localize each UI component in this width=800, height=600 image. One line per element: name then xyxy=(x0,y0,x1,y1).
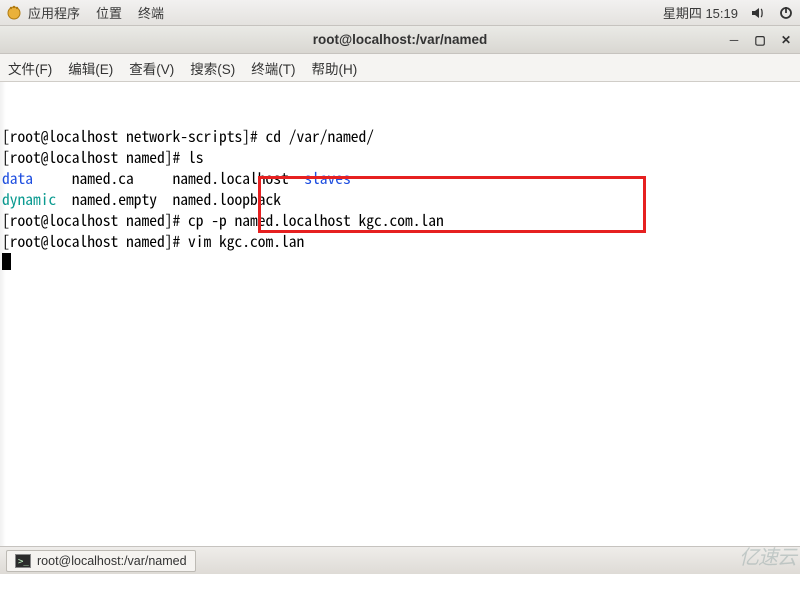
highlight-box xyxy=(258,176,646,233)
terminal-line: [root@localhost named]# vim kgc.com.lan xyxy=(2,231,798,252)
svg-text:>_: >_ xyxy=(18,557,29,567)
watermark: 亿速云 xyxy=(739,541,796,570)
menu-terminal[interactable]: 终端(T) xyxy=(251,58,295,78)
menubar: 文件(F) 编辑(E) 查看(V) 搜索(S) 终端(T) 帮助(H) xyxy=(0,54,800,82)
top-panel: 应用程序 位置 终端 星期四 15:19 xyxy=(0,0,800,26)
terminal-text: [root@localhost named]# ls xyxy=(2,146,204,168)
terminal-text: [root@localhost network-scripts]# cd /va… xyxy=(2,125,374,147)
power-icon[interactable] xyxy=(778,5,794,21)
window-title: root@localhost:/var/named xyxy=(313,32,487,47)
menu-help[interactable]: 帮助(H) xyxy=(312,58,358,78)
top-menu-terminal[interactable]: 终端 xyxy=(138,3,164,22)
taskbar-window-button[interactable]: >_ root@localhost:/var/named xyxy=(6,550,196,572)
maximize-button[interactable]: ▢ xyxy=(750,30,770,50)
terminal-text: [root@localhost named]# vim kgc.com.lan xyxy=(2,230,304,252)
clock[interactable]: 星期四 15:19 xyxy=(663,3,738,22)
terminal-text: named.empty named.loopback xyxy=(56,188,281,210)
menu-search[interactable]: 搜索(S) xyxy=(190,58,235,78)
terminal-text: dynamic xyxy=(2,188,56,210)
terminal-line xyxy=(2,252,798,273)
menu-file[interactable]: 文件(F) xyxy=(8,58,52,78)
terminal-cursor xyxy=(2,253,11,270)
menu-edit[interactable]: 编辑(E) xyxy=(68,58,113,78)
top-menu-applications[interactable]: 应用程序 xyxy=(28,3,80,22)
terminal-line: [root@localhost network-scripts]# cd /va… xyxy=(2,126,798,147)
minimize-button[interactable]: ─ xyxy=(724,30,744,50)
close-button[interactable]: ✕ xyxy=(776,30,796,50)
terminal[interactable]: [root@localhost network-scripts]# cd /va… xyxy=(0,82,800,546)
terminal-icon: >_ xyxy=(15,554,31,568)
taskbar-window-label: root@localhost:/var/named xyxy=(37,554,187,568)
window-titlebar[interactable]: root@localhost:/var/named ─ ▢ ✕ xyxy=(0,26,800,54)
volume-icon[interactable] xyxy=(750,5,766,21)
top-menu-places[interactable]: 位置 xyxy=(96,3,122,22)
terminal-line: [root@localhost named]# ls xyxy=(2,147,798,168)
gnome-foot-icon xyxy=(6,5,22,21)
bottom-panel: >_ root@localhost:/var/named xyxy=(0,546,800,574)
terminal-text: data xyxy=(2,167,33,189)
menu-view[interactable]: 查看(V) xyxy=(129,58,174,78)
